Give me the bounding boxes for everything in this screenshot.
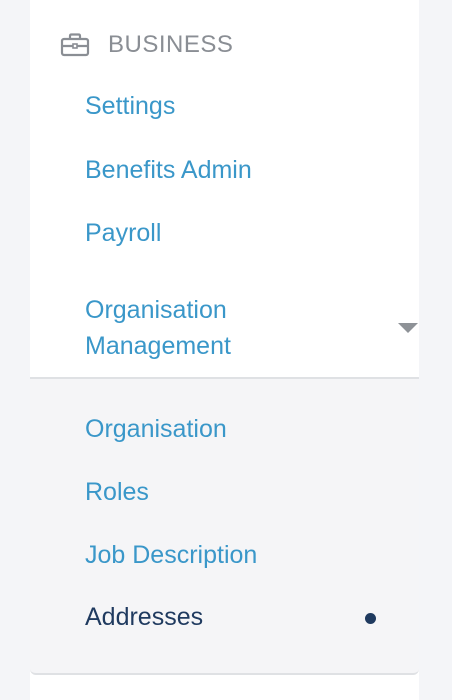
nav-link-benefits-admin[interactable]: Benefits Admin bbox=[85, 152, 252, 188]
sidebar: BUSINESS Settings Benefits Admin Payroll… bbox=[30, 0, 419, 700]
submenu-item-job-description[interactable]: Job Description bbox=[85, 537, 257, 573]
organisation-management-submenu: Organisation Roles Job Description Addre… bbox=[30, 377, 419, 675]
active-indicator-dot bbox=[365, 613, 376, 624]
briefcase-icon bbox=[60, 33, 90, 57]
nav-link-settings[interactable]: Settings bbox=[85, 88, 175, 124]
organisation-management-toggle[interactable]: Organisation Management bbox=[85, 292, 418, 364]
submenu-item-roles[interactable]: Roles bbox=[85, 474, 149, 510]
caret-down-icon bbox=[398, 323, 418, 333]
section-header-business: BUSINESS bbox=[60, 27, 233, 63]
submenu-item-organisation[interactable]: Organisation bbox=[85, 411, 227, 447]
nav-link-payroll[interactable]: Payroll bbox=[85, 215, 161, 251]
section-title: BUSINESS bbox=[108, 31, 234, 58]
organisation-management-label: Organisation Management bbox=[85, 296, 231, 360]
submenu-item-addresses[interactable]: Addresses bbox=[85, 599, 203, 635]
